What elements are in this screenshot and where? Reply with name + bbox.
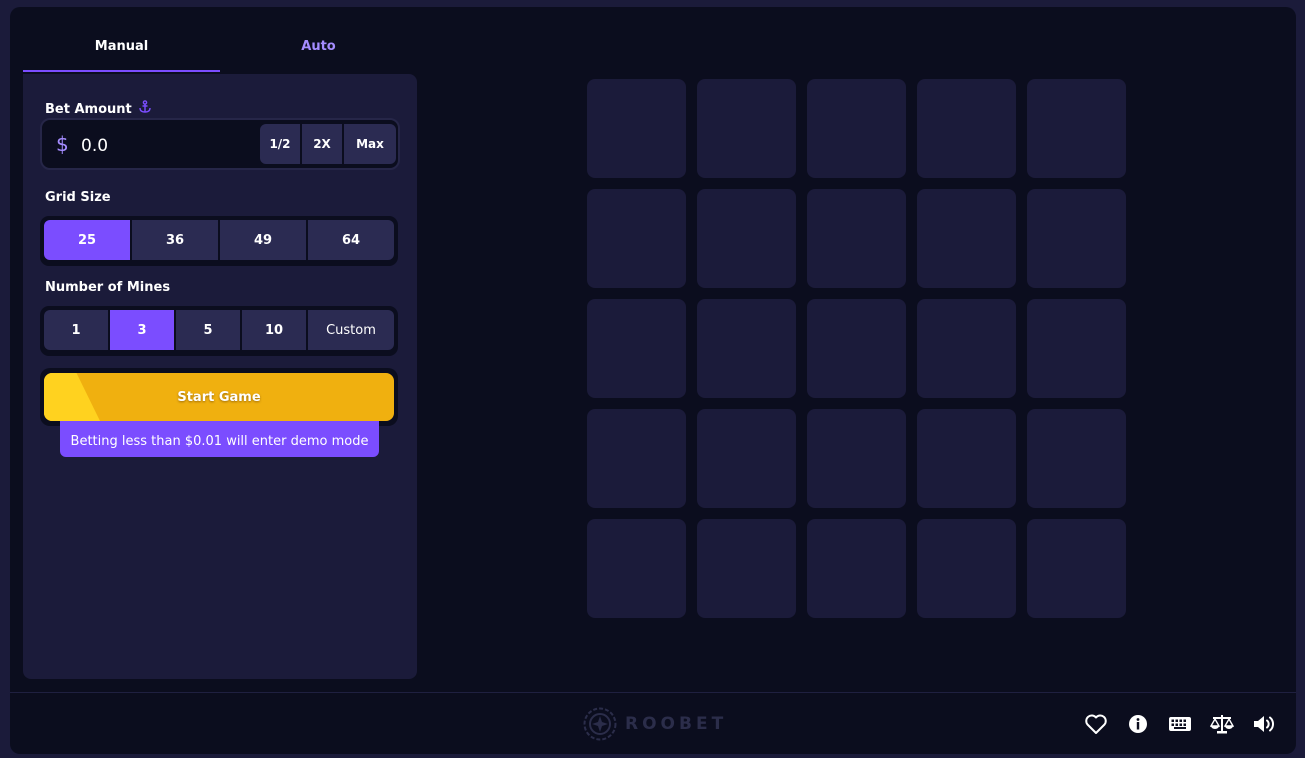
double-bet-button[interactable]: 2X (302, 124, 342, 164)
mine-tile[interactable] (587, 299, 686, 398)
mine-tile[interactable] (587, 519, 686, 618)
mines-option[interactable]: 3 (110, 310, 174, 350)
logo-text: ROOBET (625, 714, 728, 734)
mine-tile[interactable] (807, 409, 906, 508)
tab-manual[interactable]: Manual (23, 29, 220, 72)
mine-tile[interactable] (1027, 519, 1126, 618)
mine-tile[interactable] (807, 299, 906, 398)
mine-tile[interactable] (697, 519, 796, 618)
footer-divider (10, 692, 1296, 693)
mine-tile[interactable] (917, 79, 1016, 178)
roobet-logo-icon (583, 707, 617, 741)
mine-tile[interactable] (697, 409, 796, 508)
mine-tile[interactable] (807, 79, 906, 178)
max-bet-button[interactable]: Max (344, 124, 396, 164)
game-frame: Manual Auto Bet Amount $ 1/2 2X Max (10, 7, 1296, 754)
start-button-wrap: Start Game (40, 368, 398, 426)
anchor-icon[interactable] (138, 100, 152, 118)
mine-tile[interactable] (917, 409, 1016, 508)
grid-size-label: Grid Size (45, 190, 111, 205)
mine-tile[interactable] (917, 189, 1016, 288)
start-game-button[interactable]: Start Game (44, 373, 394, 421)
heart-icon[interactable] (1084, 712, 1108, 736)
bet-amount-label: Bet Amount (45, 101, 132, 117)
mines-option[interactable]: 1 (44, 310, 108, 350)
mines-option[interactable]: 5 (176, 310, 240, 350)
grid-size-option[interactable]: 25 (44, 220, 130, 260)
bet-amount-field: $ 1/2 2X Max (40, 118, 400, 170)
footer-icons (1084, 712, 1276, 736)
mine-tile[interactable] (807, 189, 906, 288)
mines-board (587, 79, 1126, 618)
mine-tile[interactable] (917, 519, 1016, 618)
grid-size-option[interactable]: 64 (308, 220, 394, 260)
mine-tile[interactable] (697, 79, 796, 178)
roobet-logo: ROOBET (583, 707, 727, 741)
dollar-icon: $ (56, 132, 69, 156)
mine-tile[interactable] (587, 189, 686, 288)
mines-selector: 1 3 5 10 Custom (40, 306, 398, 356)
scales-icon[interactable] (1210, 712, 1234, 736)
volume-icon[interactable] (1252, 712, 1276, 736)
half-bet-button[interactable]: 1/2 (260, 124, 300, 164)
bet-panel: Bet Amount $ 1/2 2X Max Grid Size 25 (23, 74, 417, 679)
info-icon[interactable] (1126, 712, 1150, 736)
mine-tile[interactable] (917, 299, 1016, 398)
mine-tile[interactable] (1027, 409, 1126, 508)
mine-tile[interactable] (697, 189, 796, 288)
mine-tile[interactable] (587, 409, 686, 508)
mine-tile[interactable] (1027, 79, 1126, 178)
mine-tile[interactable] (807, 519, 906, 618)
grid-size-option[interactable]: 49 (220, 220, 306, 260)
mine-tile[interactable] (697, 299, 796, 398)
mine-tile[interactable] (1027, 299, 1126, 398)
grid-size-option[interactable]: 36 (132, 220, 218, 260)
start-game-label: Start Game (177, 389, 261, 405)
demo-mode-notice: Betting less than $0.01 will enter demo … (60, 421, 379, 457)
bet-amount-header: Bet Amount (45, 100, 152, 118)
bet-modifiers: 1/2 2X Max (260, 124, 396, 164)
mine-tile[interactable] (1027, 189, 1126, 288)
mines-label: Number of Mines (45, 280, 171, 295)
mines-option[interactable]: 10 (242, 310, 306, 350)
mine-tile[interactable] (587, 79, 686, 178)
bet-amount-input[interactable] (79, 130, 253, 162)
grid-size-selector: 25 36 49 64 (40, 216, 398, 266)
mines-option-custom[interactable]: Custom (308, 310, 394, 350)
keyboard-icon[interactable] (1168, 712, 1192, 736)
